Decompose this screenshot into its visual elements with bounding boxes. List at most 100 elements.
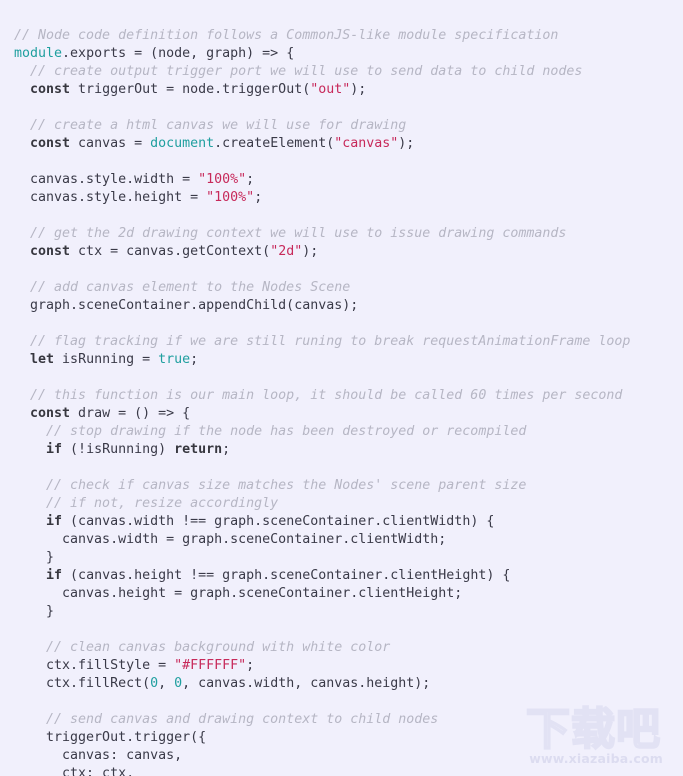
- code-token-cmt: // create a html canvas we will use for …: [14, 118, 407, 134]
- code-token-pln: canvas.style.height =: [14, 190, 207, 206]
- code-token-pln: ctx = canvas.getContext(: [70, 244, 271, 260]
- code-line: canvas.style.height = "100%";: [14, 189, 683, 207]
- code-token-cmt: // clean canvas background with white co…: [14, 640, 391, 656]
- code-line: const draw = () => {: [14, 405, 683, 423]
- code-token-pln: ;: [222, 442, 231, 458]
- code-token-bi: true: [158, 352, 191, 368]
- code-line: // if not, resize accordingly: [14, 495, 683, 513]
- code-token-pln: [14, 568, 46, 583]
- code-token-cmt: // Node code definition follows a Common…: [14, 28, 559, 44]
- code-token-kw: if: [46, 514, 63, 530]
- code-line: // create a html canvas we will use for …: [14, 117, 683, 135]
- code-token-pln: ;: [246, 658, 255, 674]
- code-token-pln: );: [350, 82, 367, 98]
- code-line: if (canvas.height !== graph.sceneContain…: [14, 567, 683, 585]
- code-token-num: 0: [150, 676, 159, 692]
- code-token-pln: [14, 352, 30, 367]
- code-token-pln: ,: [158, 676, 175, 692]
- code-token-pln: canvas =: [70, 136, 151, 152]
- code-line: ctx.fillStyle = "#FFFFFF";: [14, 657, 683, 675]
- code-line: let isRunning = true;: [14, 351, 683, 369]
- code-token-bi: document: [150, 136, 215, 152]
- code-token-pln: graph.sceneContainer.appendChild(canvas)…: [14, 298, 359, 314]
- code-token-pln: (!isRunning): [62, 442, 175, 458]
- code-token-pln: [14, 244, 30, 259]
- code-line: }: [14, 549, 683, 567]
- code-token-pln: .exports = (node, graph) => {: [62, 46, 295, 62]
- code-token-pln: .createElement(: [214, 136, 335, 152]
- code-token-kw: const: [30, 136, 71, 152]
- code-line: // send canvas and drawing context to ch…: [14, 711, 683, 729]
- code-token-str: "2d": [270, 244, 303, 260]
- code-token-cmt: // check if canvas size matches the Node…: [14, 478, 527, 494]
- code-line: // Node code definition follows a Common…: [14, 27, 683, 45]
- code-token-pln: isRunning =: [54, 352, 159, 368]
- code-token-cmt: // stop drawing if the node has been des…: [14, 424, 527, 440]
- code-line: canvas: canvas,: [14, 747, 683, 765]
- code-token-pln: }: [14, 550, 55, 566]
- code-line: module.exports = (node, graph) => {: [14, 45, 683, 63]
- code-token-pln: [14, 442, 46, 457]
- code-token-pln: );: [398, 136, 415, 152]
- code-token-cmt: // create output trigger port we will us…: [14, 64, 583, 80]
- code-token-pln: canvas.style.width =: [14, 172, 199, 188]
- code-token-kw: const: [30, 244, 71, 260]
- code-line: // flag tracking if we are still runing …: [14, 333, 683, 351]
- code-token-pln: , canvas.width, canvas.height);: [182, 676, 431, 692]
- code-token-str: "out": [310, 82, 351, 98]
- code-line: ctx.fillRect(0, 0, canvas.width, canvas.…: [14, 675, 683, 693]
- code-token-kw: const: [30, 406, 71, 422]
- code-line: // create output trigger port we will us…: [14, 63, 683, 81]
- code-token-cmt: // flag tracking if we are still runing …: [14, 334, 631, 350]
- code-line: if (canvas.width !== graph.sceneContaine…: [14, 513, 683, 531]
- code-token-pln: (canvas.width !== graph.sceneContainer.c…: [62, 514, 495, 530]
- code-token-kw: if: [46, 442, 63, 458]
- code-token-str: "#FFFFFF": [174, 658, 247, 674]
- code-token-pln: ;: [246, 172, 255, 188]
- code-line: triggerOut.trigger({: [14, 729, 683, 747]
- code-token-cmt: // if not, resize accordingly: [14, 496, 279, 512]
- code-token-kw: return: [174, 442, 223, 458]
- code-token-cmt: // this function is our main loop, it sh…: [14, 388, 623, 404]
- code-line: graph.sceneContainer.appendChild(canvas)…: [14, 297, 683, 315]
- code-token-pln: [14, 82, 30, 97]
- code-token-pln: canvas: canvas,: [14, 748, 183, 764]
- code-token-pln: [14, 406, 30, 421]
- code-line: const ctx = canvas.getContext("2d");: [14, 243, 683, 261]
- code-token-str: "canvas": [334, 136, 399, 152]
- code-token-pln: ;: [190, 352, 199, 368]
- code-token-pln: canvas.height = graph.sceneContainer.cli…: [14, 586, 463, 602]
- code-token-pln: [14, 136, 30, 151]
- code-token-pln: [14, 514, 46, 529]
- code-line: // clean canvas background with white co…: [14, 639, 683, 657]
- code-line: // this function is our main loop, it sh…: [14, 387, 683, 405]
- code-line: canvas.height = graph.sceneContainer.cli…: [14, 585, 683, 603]
- code-token-pln: );: [302, 244, 319, 260]
- code-token-str: "100%": [206, 190, 255, 206]
- code-token-num: 0: [174, 676, 183, 692]
- code-line: }: [14, 603, 683, 621]
- code-line: // add canvas element to the Nodes Scene: [14, 279, 683, 297]
- code-line: // stop drawing if the node has been des…: [14, 423, 683, 441]
- code-token-pln: (canvas.height !== graph.sceneContainer.…: [62, 568, 511, 584]
- code-line: if (!isRunning) return;: [14, 441, 683, 459]
- code-token-pln: }: [14, 604, 55, 620]
- code-line: canvas.style.width = "100%";: [14, 171, 683, 189]
- code-token-cmt: // get the 2d drawing context we will us…: [14, 226, 567, 242]
- code-token-kw: const: [30, 82, 71, 98]
- code-line: const canvas = document.createElement("c…: [14, 135, 683, 153]
- code-line: const triggerOut = node.triggerOut("out"…: [14, 81, 683, 99]
- code-line: ctx: ctx,: [14, 765, 683, 776]
- code-token-pln: canvas.width = graph.sceneContainer.clie…: [14, 532, 447, 548]
- code-token-pln: ctx.fillRect(: [14, 676, 151, 692]
- code-editor-surface: // Node code definition follows a Common…: [0, 0, 683, 776]
- code-token-pln: draw = () => {: [70, 406, 191, 422]
